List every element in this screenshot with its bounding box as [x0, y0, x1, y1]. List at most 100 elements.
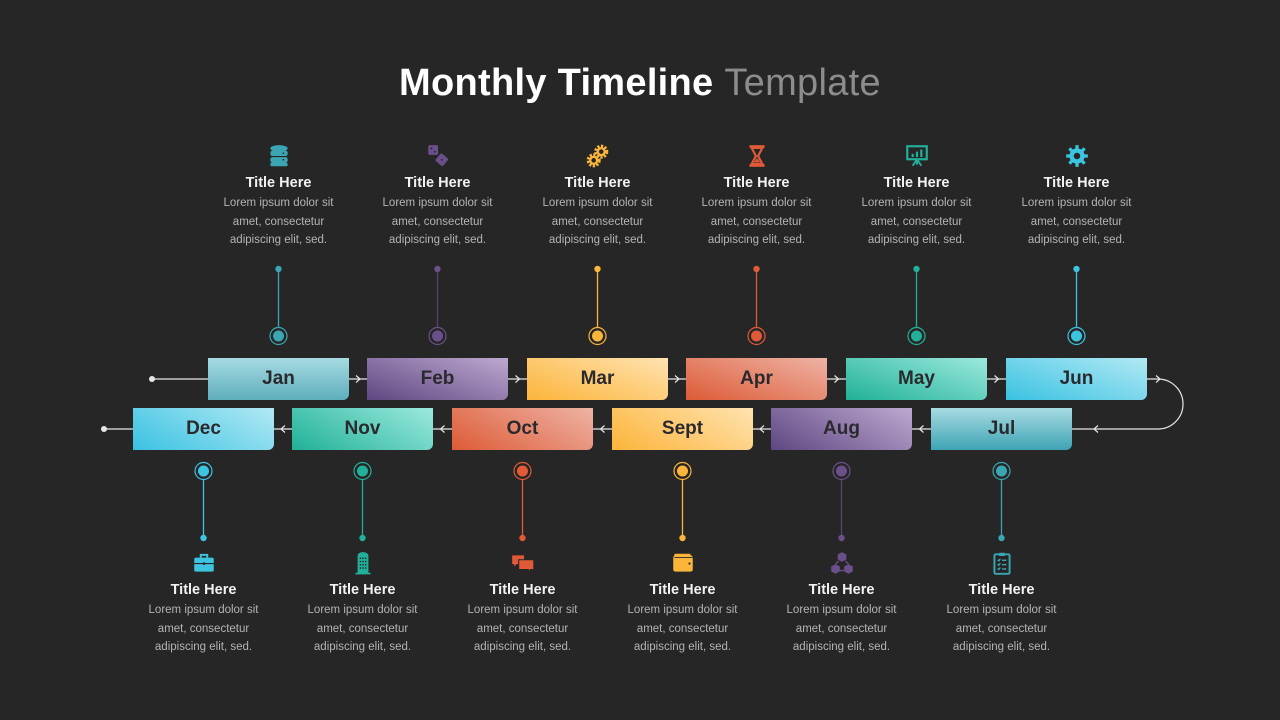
- presentation-chart-icon: [832, 143, 1002, 169]
- stem-dot: [359, 534, 366, 542]
- description-line: amet, consectetur: [391, 215, 484, 228]
- month-label: Apr: [740, 368, 773, 389]
- gears-icon: [513, 143, 683, 169]
- month-block-nov: Nov: [292, 408, 433, 450]
- description-line: Lorem ipsum dolor sit: [1021, 197, 1132, 209]
- card-description: Lorem ipsum dolor sit amet, consectetur ad…: [917, 601, 1087, 657]
- description-line: Lorem ipsum dolor sit: [467, 604, 578, 616]
- milestone-dot: [517, 465, 528, 477]
- office-building-icon: [278, 550, 448, 576]
- chat-bubbles-icon: [438, 550, 608, 576]
- end-dot: [101, 426, 107, 432]
- dice-icon: [353, 143, 523, 169]
- description-line: amet, consectetur: [476, 622, 569, 635]
- description-line: amet, consectetur: [870, 215, 963, 228]
- month-block-jan: Jan: [208, 358, 349, 400]
- card-title: Title Here: [245, 175, 312, 191]
- card-title: Title Here: [883, 175, 950, 191]
- card-title: Title Here: [649, 582, 716, 598]
- milestone-dot: [198, 465, 209, 477]
- description-line: Lorem ipsum dolor sit: [148, 604, 259, 616]
- description-line: Lorem ipsum dolor sit: [382, 197, 493, 209]
- card-nov: Title Here Lorem ipsum dolor sit amet, con…: [278, 550, 448, 657]
- database-icon: [194, 143, 364, 169]
- description-line: amet, consectetur: [232, 215, 325, 228]
- card-description: Lorem ipsum dolor sit amet, consectetur ad…: [832, 194, 1002, 250]
- description-line: amet, consectetur: [551, 215, 644, 228]
- card-description: Lorem ipsum dolor sit amet, consectetur ad…: [513, 194, 683, 250]
- card-description: Lorem ipsum dolor sit amet, consectetur ad…: [992, 194, 1162, 250]
- month-block-may: May: [846, 358, 987, 400]
- month-label: Jul: [987, 418, 1016, 439]
- stem-dot: [753, 265, 760, 273]
- month-block-oct: Oct: [452, 408, 593, 450]
- settings-gear-icon: [992, 143, 1162, 169]
- milestone-dot: [273, 330, 284, 342]
- description-line: amet, consectetur: [157, 622, 250, 635]
- month-block-jun: Jun: [1006, 358, 1147, 400]
- description-line: adipiscing elit, sed.: [229, 234, 328, 246]
- card-title: Title Here: [404, 175, 471, 191]
- milestone-dot: [911, 330, 922, 342]
- description-line: amet, consectetur: [316, 622, 409, 635]
- month-block-feb: Feb: [367, 358, 508, 400]
- card-sept: Title Here Lorem ipsum dolor sit amet, con…: [598, 550, 768, 657]
- month-label: Sept: [661, 418, 704, 439]
- month-label: Nov: [344, 418, 381, 439]
- card-description: Lorem ipsum dolor sit amet, consectetur ad…: [278, 601, 448, 657]
- card-description: Lorem ipsum dolor sit amet, consectetur ad…: [757, 601, 927, 657]
- description-line: Lorem ipsum dolor sit: [946, 604, 1057, 616]
- card-apr: Title Here Lorem ipsum dolor sit amet, con…: [672, 143, 842, 250]
- card-title: Title Here: [489, 582, 556, 598]
- description-line: amet, consectetur: [1030, 215, 1123, 228]
- card-title: Title Here: [329, 582, 396, 598]
- card-oct: Title Here Lorem ipsum dolor sit amet, con…: [438, 550, 608, 657]
- description-line: adipiscing elit, sed.: [707, 234, 806, 246]
- network-cubes-icon: [757, 550, 927, 576]
- card-may: Title Here Lorem ipsum dolor sit amet, con…: [832, 143, 1002, 250]
- month-label: Dec: [186, 418, 221, 439]
- card-description: Lorem ipsum dolor sit amet, consectetur ad…: [598, 601, 768, 657]
- description-line: adipiscing elit, sed.: [867, 234, 966, 246]
- stem-dot: [679, 534, 686, 542]
- month-label: Jan: [262, 368, 295, 389]
- card-jan: Title Here Lorem ipsum dolor sit amet, con…: [194, 143, 364, 250]
- description-line: Lorem ipsum dolor sit: [627, 604, 738, 616]
- description-line: amet, consectetur: [795, 622, 888, 635]
- stem-dot: [913, 265, 920, 273]
- month-block-jul: Jul: [931, 408, 1072, 450]
- stem-dot: [434, 265, 441, 273]
- description-line: Lorem ipsum dolor sit: [786, 604, 897, 616]
- milestone-dot: [432, 330, 443, 342]
- description-line: adipiscing elit, sed.: [633, 641, 732, 653]
- description-line: Lorem ipsum dolor sit: [307, 604, 418, 616]
- card-title: Title Here: [808, 582, 875, 598]
- description-line: Lorem ipsum dolor sit: [223, 197, 334, 209]
- month-label: Jun: [1059, 368, 1094, 389]
- card-dec: Title Here Lorem ipsum dolor sit amet, con…: [119, 550, 289, 657]
- description-line: Lorem ipsum dolor sit: [701, 197, 812, 209]
- month-label: Feb: [420, 368, 455, 389]
- description-line: adipiscing elit, sed.: [388, 234, 487, 246]
- month-block-dec: Dec: [133, 408, 274, 450]
- milestone-dot: [357, 465, 368, 477]
- description-line: adipiscing elit, sed.: [154, 641, 253, 653]
- stem-dot: [519, 534, 526, 542]
- briefcase-icon: [119, 550, 289, 576]
- stem-dot: [594, 265, 601, 273]
- milestone-dot: [836, 465, 847, 477]
- month-block-mar: Mar: [527, 358, 668, 400]
- month-block-aug: Aug: [771, 408, 912, 450]
- card-title: Title Here: [170, 582, 237, 598]
- stem-dot: [838, 534, 845, 542]
- description-line: adipiscing elit, sed.: [952, 641, 1051, 653]
- milestone-dot: [592, 330, 603, 342]
- milestone-dot: [677, 465, 688, 477]
- milestone-dot: [751, 330, 762, 342]
- card-title: Title Here: [723, 175, 790, 191]
- card-title: Title Here: [1043, 175, 1110, 191]
- hourglass-icon: [672, 143, 842, 169]
- description-line: adipiscing elit, sed.: [473, 641, 572, 653]
- description-line: amet, consectetur: [710, 215, 803, 228]
- month-block-sept: Sept: [612, 408, 753, 450]
